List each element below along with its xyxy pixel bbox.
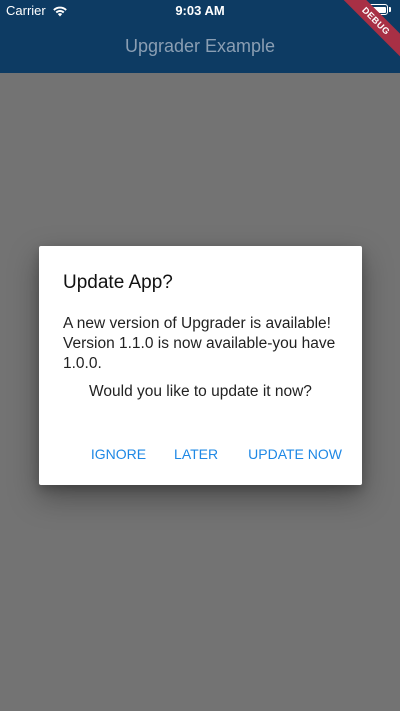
dialog-actions: IGNORE LATER UPDATE NOW	[83, 446, 350, 462]
ignore-button[interactable]: IGNORE	[83, 446, 154, 462]
later-button[interactable]: LATER	[166, 446, 226, 462]
update-now-button[interactable]: UPDATE NOW	[240, 446, 350, 462]
debug-banner: DEBUG	[340, 0, 400, 60]
dialog-prompt: Would you like to update it now?	[89, 383, 312, 400]
debug-ribbon-label: DEBUG	[340, 0, 400, 60]
dialog-message: A new version of Upgrader is available! …	[63, 315, 336, 372]
dialog-title: Update App?	[63, 272, 173, 293]
update-dialog: Update App? A new version of Upgrader is…	[39, 246, 362, 485]
